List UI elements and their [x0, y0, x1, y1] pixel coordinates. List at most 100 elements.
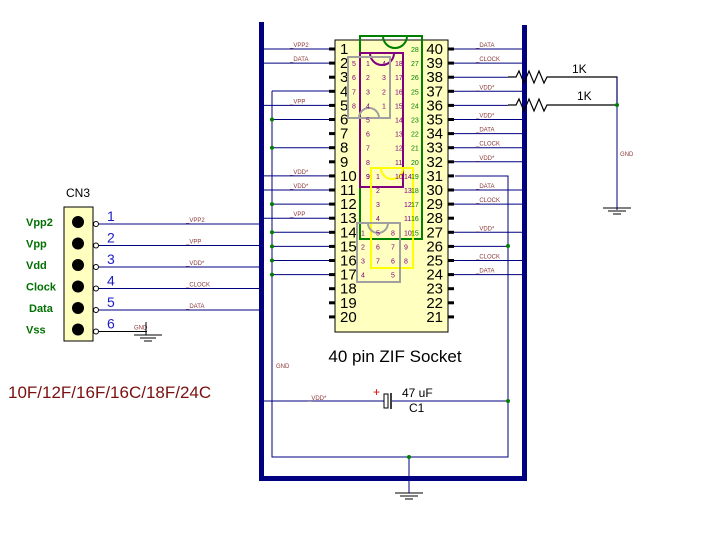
footprint-pin-label: 28: [411, 47, 419, 54]
footprint-pin-label: 15: [395, 103, 403, 110]
footprint-pin-label: 17: [411, 202, 419, 209]
net-label: _VDD*: [185, 261, 205, 267]
socket-pin-stub: [448, 174, 454, 178]
net-label: _DATA: [289, 57, 308, 63]
net-label: _VDD*: [289, 184, 309, 190]
footprint-pin-label: 4: [366, 103, 370, 110]
footprint-pin-label: 3: [376, 202, 380, 209]
net-label: _VDD*: [475, 85, 495, 91]
footprint-pin-label: 22: [411, 132, 419, 139]
socket-pin-stub: [448, 47, 454, 51]
net-label: _CLOCK: [475, 57, 500, 63]
footprint-pin-label: 8: [391, 230, 395, 237]
footprint-pin-label: 18: [395, 61, 403, 68]
footprint-pin-label: 16: [411, 216, 419, 223]
net-label: _DATA: [185, 304, 204, 310]
connector-pins: Vpp2 1 _VPP2Vpp 2 _VPPVdd 3 _VDD*Clock 4 _CLOCKD…: [26, 208, 259, 337]
socket-pin-stub: [448, 216, 454, 220]
net-label: _VDD*: [475, 226, 495, 232]
footprint-pin-label: 4: [382, 61, 386, 68]
socket-pin-stub: [329, 244, 335, 248]
junction-dot: [270, 272, 274, 277]
net-label: _VPP: [289, 99, 305, 105]
junction-dot: [506, 244, 510, 248]
connector-pin-hole: [72, 302, 84, 314]
socket-pin-stub: [329, 75, 335, 79]
junction-dot: [506, 399, 510, 403]
footprint-pin-label: 10: [404, 230, 412, 237]
footprint-pin-label: 5: [391, 273, 395, 280]
net-label: _CLOCK: [475, 255, 500, 261]
socket-pin-stub: [329, 47, 335, 51]
net-label: _DATA: [475, 269, 494, 275]
connector-pin-number: 1: [107, 208, 115, 224]
socket-title: 40 pin ZIF Socket: [328, 347, 462, 366]
socket-pin-stub: [329, 301, 335, 305]
net-label: _VDD*: [475, 156, 495, 162]
connector-pin-terminal: [93, 242, 99, 249]
socket-pin-stub: [448, 75, 454, 79]
socket-pin-stub: [448, 273, 454, 277]
footprint-pin-label: 11: [395, 160, 402, 167]
capacitor-ref: C1: [409, 401, 425, 415]
junction-dot: [270, 230, 274, 235]
socket-pin-stub: [448, 244, 454, 248]
connector-pin-terminal: [93, 285, 99, 292]
socket-pin-stub: [329, 160, 335, 164]
footprint-pin-label: 12: [404, 202, 412, 209]
junction-dot: [270, 117, 274, 122]
socket-pin-stub: [448, 188, 454, 192]
socket-pin-stub: [448, 118, 454, 121]
connector-pin-hole: [72, 323, 84, 336]
footprint-pin-label: 3: [366, 89, 370, 96]
socket-pin-stub: [448, 230, 454, 234]
footprint-pin-label: 7: [366, 146, 370, 153]
footprint-pin-label: 14: [395, 118, 403, 125]
footprint-pin-label: 26: [411, 75, 419, 82]
junction-dot: [270, 202, 274, 207]
footprint-pin-label: 8: [366, 160, 370, 167]
net-label: _CLOCK: [475, 198, 500, 204]
footprint-pin-label: 16: [395, 89, 403, 96]
footprint-pin-label: 27: [411, 61, 419, 68]
footprint-pin-label: 6: [391, 259, 395, 266]
connector-pin-hole: [72, 216, 84, 228]
schematic-canvas: 1234567891011121314151617181920403938373…: [8, 22, 634, 500]
gnd-net-label-right: GND: [620, 152, 634, 158]
socket-pin-stub: [448, 315, 454, 319]
socket-pin-stub: [448, 160, 454, 164]
net-label: _DATA: [475, 184, 494, 190]
footprint-pin-label: 7: [352, 89, 356, 96]
footprint-pin-label: 1: [366, 61, 370, 68]
socket-pin-stub: [448, 146, 454, 150]
gnd-net-label: GND: [276, 364, 290, 370]
socket-pin-stub: [329, 315, 335, 319]
connector-ref: CN3: [66, 186, 90, 200]
junction-dot: [270, 145, 274, 150]
socket-pin-stub: [329, 259, 335, 262]
socket-pin-stub: [329, 174, 335, 178]
capacitor-polarity: +: [373, 385, 380, 399]
footprint-pin-label: 17: [395, 75, 403, 82]
junction-dot: [270, 258, 274, 263]
connector-pin-terminal: [93, 328, 99, 335]
socket-pin-stub: [329, 132, 335, 136]
socket-pin-stub: [448, 103, 454, 107]
socket-pin-stub: [329, 89, 335, 93]
footprint-pin-label: 1: [361, 230, 365, 237]
socket-pin-number: 20: [340, 309, 357, 326]
socket-pin-stub: [448, 287, 454, 291]
footprint-pin-label: 7: [376, 259, 380, 266]
socket-pin-stub: [329, 230, 335, 234]
connector-pin-terminal: [93, 307, 99, 313]
connector-pin-hole: [72, 280, 84, 293]
footprint-pin-label: 24: [411, 103, 419, 110]
capacitor-value: 47 uF: [402, 386, 433, 400]
footprint-pin-label: 3: [382, 75, 386, 82]
socket-pin-stub: [329, 188, 335, 192]
capacitor-c1: + 47 uF C1 _VDD*: [264, 385, 508, 415]
footprint-pin-label: 18: [411, 188, 419, 195]
socket-pin-stub: [329, 202, 335, 206]
footprint-pin-label: 4: [376, 216, 380, 223]
footprint-pin-label: 2: [376, 188, 380, 195]
